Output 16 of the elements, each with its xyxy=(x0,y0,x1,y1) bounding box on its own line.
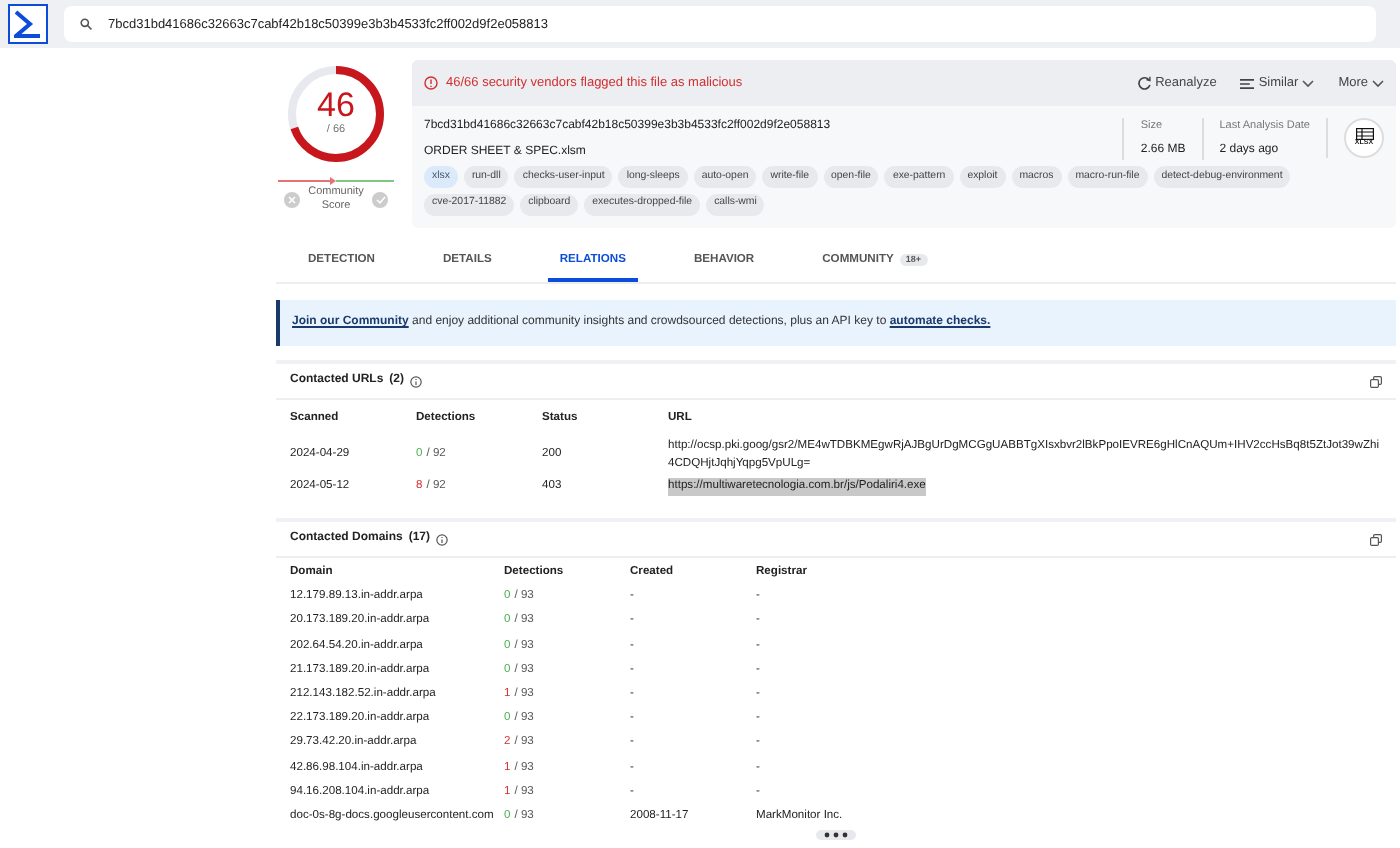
list-icon xyxy=(1240,77,1255,89)
community-score-bar xyxy=(278,176,394,186)
alert-icon xyxy=(424,76,438,90)
copy-icon[interactable] xyxy=(1370,533,1382,546)
more-icon xyxy=(824,831,848,838)
logo-icon[interactable] xyxy=(8,4,48,44)
more-button[interactable] xyxy=(816,829,856,840)
refresh-icon xyxy=(1137,76,1152,90)
check-icon[interactable] xyxy=(372,192,388,209)
info-icon xyxy=(436,533,449,546)
detection-score: 46 xyxy=(317,88,355,123)
search-icon xyxy=(80,18,92,30)
chevron-down-icon xyxy=(1372,79,1384,87)
copy-icon[interactable] xyxy=(1370,375,1382,388)
chevron-down-icon xyxy=(1302,79,1315,87)
info-icon xyxy=(410,375,423,388)
